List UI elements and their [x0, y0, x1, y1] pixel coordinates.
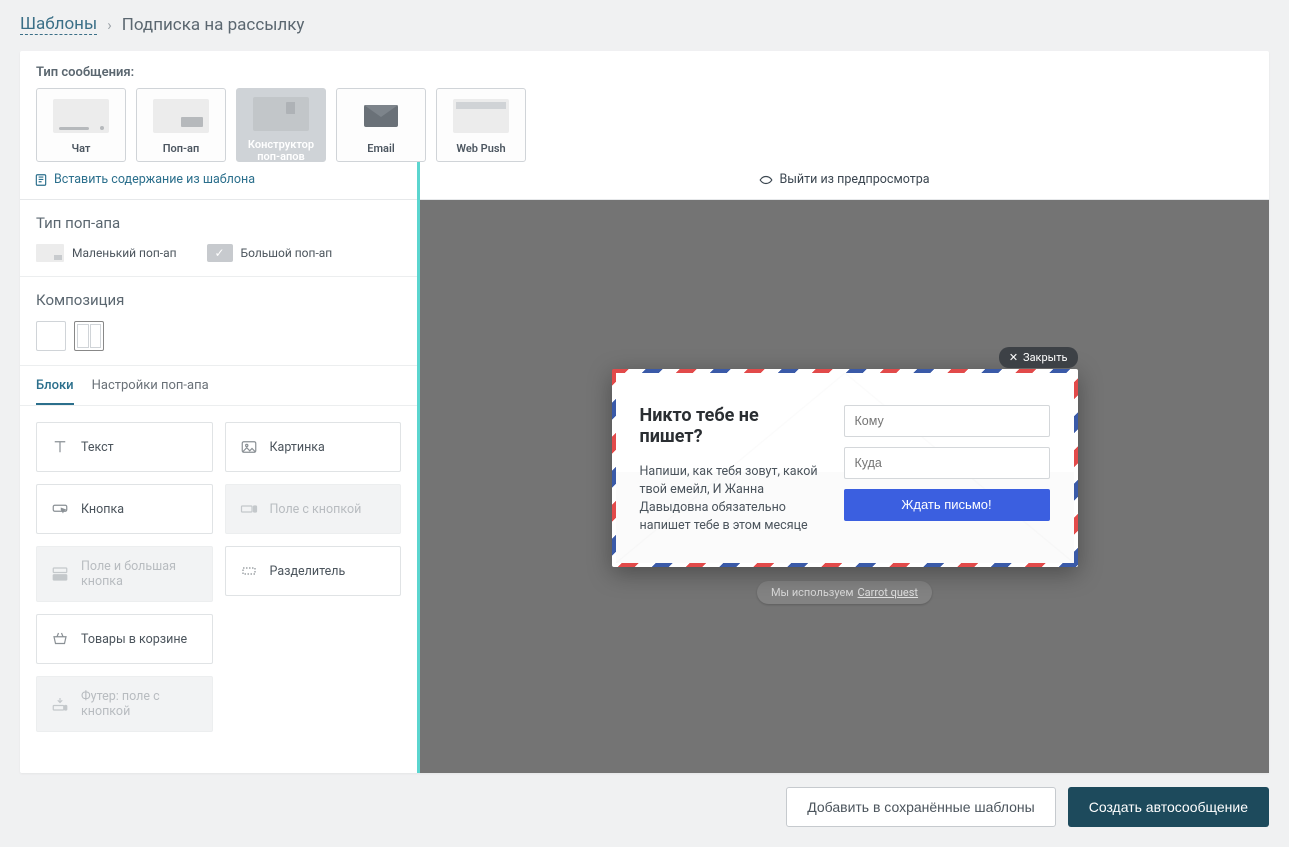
message-type-chat-label: Чат — [72, 139, 91, 161]
popup-preview: ✕ Закрыть Никто тебе не пишет? Напиши, к… — [612, 369, 1078, 568]
block-text[interactable]: Текст — [36, 422, 213, 472]
composition-split[interactable] — [74, 321, 104, 351]
composition-section: Композиция — [20, 277, 417, 366]
message-type-builder[interactable]: Конструктор поп-апов — [236, 88, 326, 162]
tab-blocks[interactable]: Блоки — [36, 378, 74, 405]
exit-preview-icon — [759, 175, 773, 185]
divider-icon — [240, 562, 258, 580]
popup-size-big[interactable]: ✓ Большой поп-ап — [207, 244, 333, 262]
composition-single[interactable] — [36, 321, 66, 351]
powered-by-brand: Carrot quest — [858, 586, 919, 599]
editor-panel: Тип сообщения: Чат Поп-ап Конструктор по… — [20, 51, 1269, 773]
input-big-button-icon — [51, 565, 69, 583]
create-automessage-button[interactable]: Создать автосообщение — [1068, 787, 1269, 827]
block-divider[interactable]: Разделитель — [225, 546, 402, 596]
popup-size-big-label: Большой поп-ап — [241, 246, 333, 260]
exit-preview-label: Выйти из предпросмотра — [779, 172, 929, 187]
block-divider-label: Разделитель — [270, 564, 346, 579]
popup-type-section: Тип поп-апа Маленький поп-ап ✓ Большой п… — [20, 200, 417, 277]
blocks-grid: Текст Картинка Кнопка Поле с кнопкой Пол… — [20, 406, 417, 748]
block-button[interactable]: Кнопка — [36, 484, 213, 534]
sidebar: Вставить содержание из шаблона Тип поп-а… — [20, 162, 420, 773]
block-input-with-button-label: Поле с кнопкой — [270, 502, 362, 517]
composition-title: Композиция — [36, 291, 401, 309]
image-icon — [240, 438, 258, 456]
popup-body-text: Напиши, как тебя зовут, какой твой емейл… — [640, 463, 820, 536]
powered-by-pill[interactable]: Мы используем Carrot quest — [757, 581, 932, 604]
template-icon — [34, 173, 48, 187]
popup-size-small-label: Маленький поп-ап — [72, 246, 177, 260]
message-type-email[interactable]: Email — [336, 88, 426, 162]
chevron-right-icon: › — [107, 16, 112, 34]
block-input-big-button: Поле и большая кнопка — [36, 546, 213, 602]
block-cart-items-label: Товары в корзине — [81, 632, 187, 647]
check-icon: ✓ — [207, 244, 233, 262]
popup-submit-button[interactable]: Ждать письмо! — [844, 489, 1050, 521]
workspace: Вставить содержание из шаблона Тип поп-а… — [20, 162, 1269, 773]
message-type-label: Тип сообщения: — [36, 65, 1253, 80]
message-type-popup-label: Поп-ап — [163, 139, 199, 161]
powered-by-prefix: Мы используем — [771, 586, 854, 599]
insert-from-template-label: Вставить содержание из шаблона — [54, 172, 255, 187]
block-cart-items[interactable]: Товары в корзине — [36, 614, 213, 664]
message-type-chat[interactable]: Чат — [36, 88, 126, 162]
breadcrumb-root-link[interactable]: Шаблоны — [20, 14, 97, 35]
popup-close-label: Закрыть — [1023, 351, 1067, 364]
block-footer-input-button-label: Футер: поле с кнопкой — [81, 689, 198, 719]
block-input-with-button: Поле с кнопкой — [225, 484, 402, 534]
footer-actions: Добавить в сохранённые шаблоны Создать а… — [0, 773, 1289, 845]
popup-input-name[interactable] — [844, 405, 1050, 437]
block-image[interactable]: Картинка — [225, 422, 402, 472]
message-type-webpush[interactable]: Web Push — [436, 88, 526, 162]
popup-input-email[interactable] — [844, 447, 1050, 479]
preview-pane: Выйти из предпросмотра ✕ Закрыть Никто т… — [420, 162, 1269, 773]
small-popup-icon — [36, 244, 64, 262]
message-type-section: Тип сообщения: Чат Поп-ап Конструктор по… — [20, 51, 1269, 162]
save-to-templates-button[interactable]: Добавить в сохранённые шаблоны — [786, 787, 1055, 827]
message-type-popup[interactable]: Поп-ап — [136, 88, 226, 162]
insert-from-template-link[interactable]: Вставить содержание из шаблона — [20, 162, 417, 200]
input-button-icon — [240, 500, 258, 518]
text-icon — [51, 438, 69, 456]
message-type-email-label: Email — [367, 139, 394, 161]
block-input-big-button-label: Поле и большая кнопка — [81, 559, 198, 589]
block-footer-input-button: Футер: поле с кнопкой — [36, 676, 213, 732]
tab-popup-settings[interactable]: Настройки поп-апа — [92, 378, 209, 405]
breadcrumb-current: Подписка на рассылку — [122, 15, 305, 35]
footer-input-icon — [51, 695, 69, 713]
popup-title: Никто тебе не пишет? — [640, 405, 820, 447]
message-type-webpush-label: Web Push — [456, 139, 505, 161]
email-icon — [364, 105, 398, 127]
breadcrumb: Шаблоны › Подписка на рассылку — [0, 0, 1289, 51]
exit-preview-link[interactable]: Выйти из предпросмотра — [420, 162, 1269, 200]
block-image-label: Картинка — [270, 440, 325, 455]
preview-canvas: ✕ Закрыть Никто тебе не пишет? Напиши, к… — [420, 200, 1269, 773]
close-icon: ✕ — [1009, 351, 1018, 364]
message-type-options: Чат Поп-ап Конструктор поп-апов Email We… — [36, 88, 1253, 162]
block-text-label: Текст — [81, 440, 114, 455]
basket-icon — [51, 630, 69, 648]
block-button-label: Кнопка — [81, 502, 124, 517]
button-icon — [51, 500, 69, 518]
popup-close-button[interactable]: ✕ Закрыть — [999, 347, 1078, 368]
sidebar-tabs: Блоки Настройки поп-апа — [20, 366, 417, 406]
popup-type-title: Тип поп-апа — [36, 214, 401, 232]
popup-size-small[interactable]: Маленький поп-ап — [36, 244, 177, 262]
